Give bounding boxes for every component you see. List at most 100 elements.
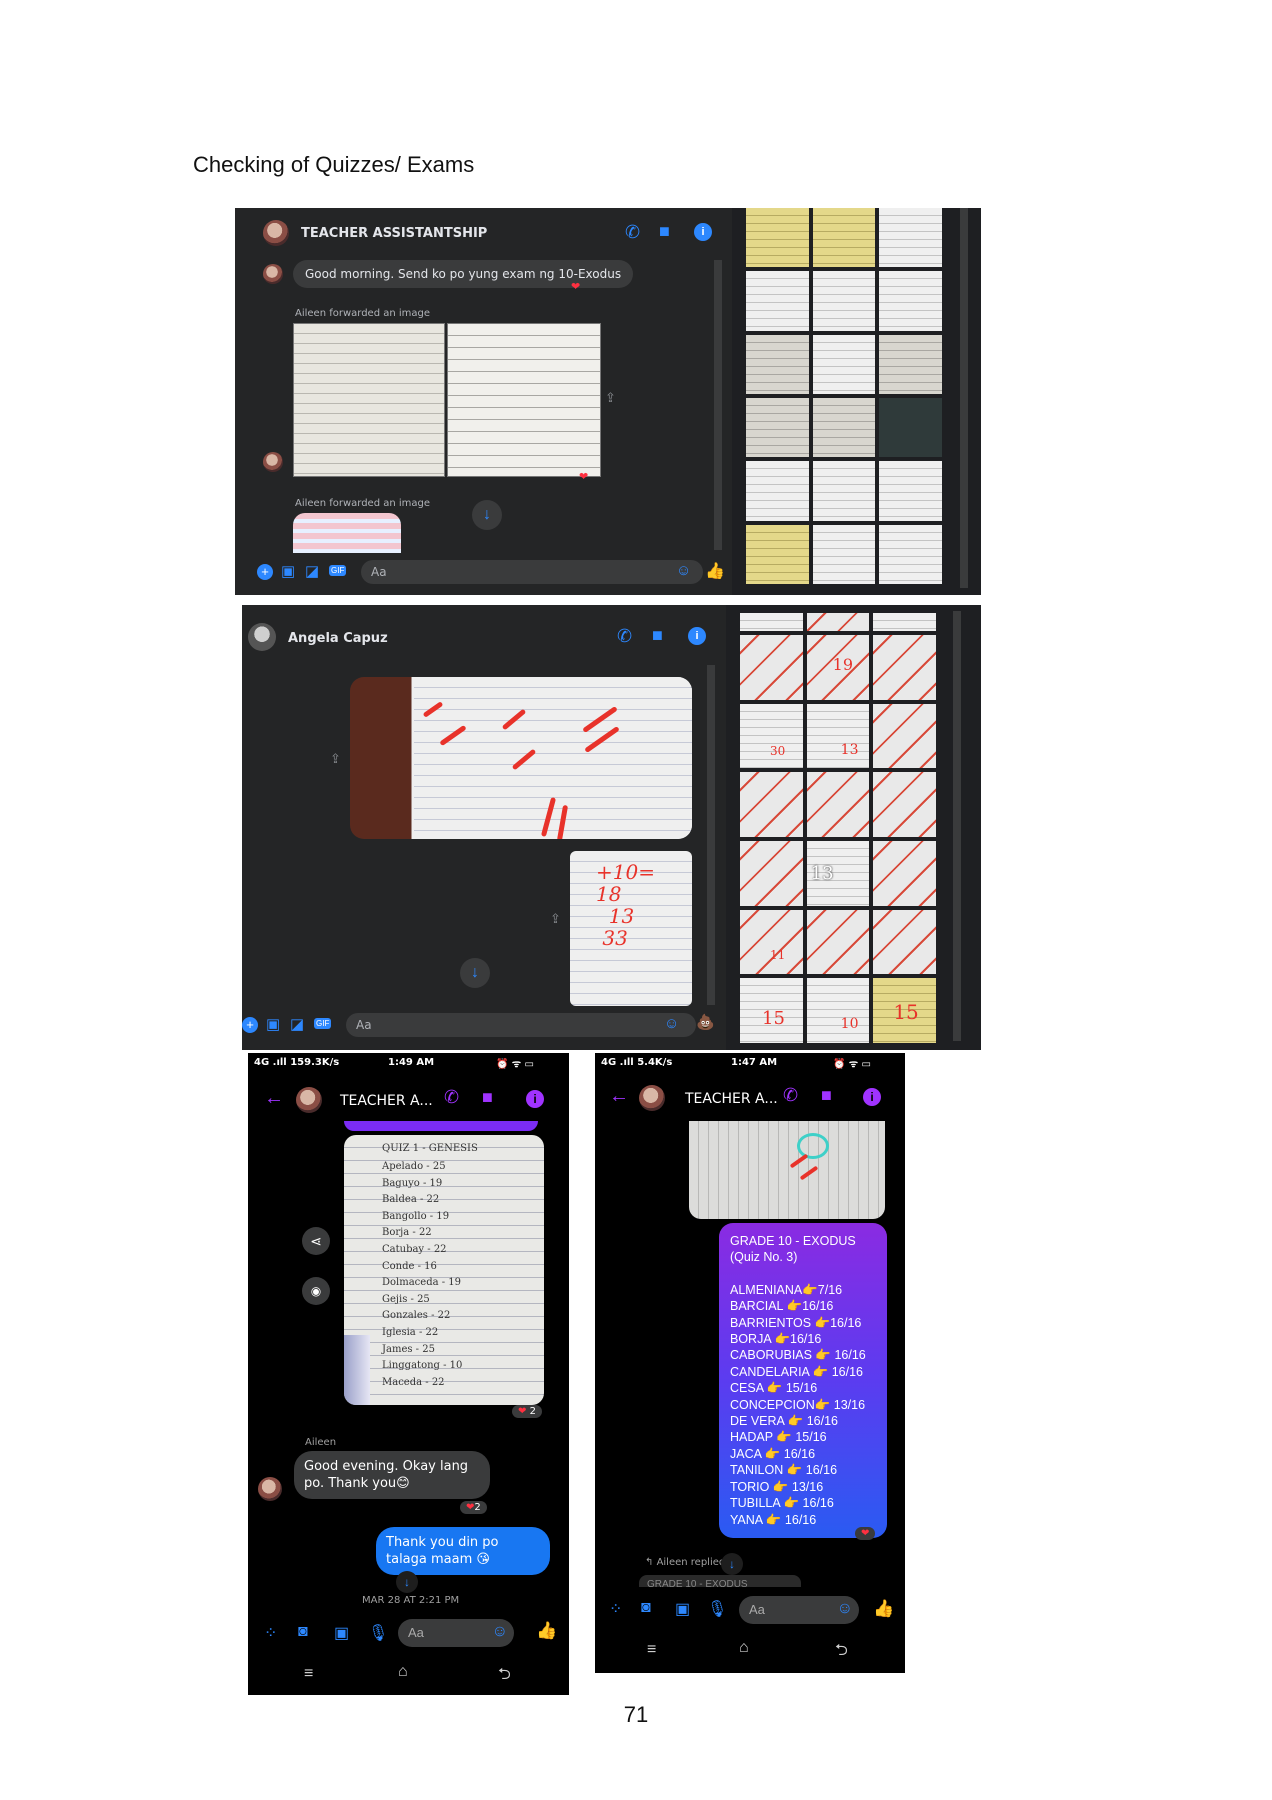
phone-icon[interactable]: ✆ xyxy=(444,1087,459,1108)
info-icon[interactable]: i xyxy=(694,223,712,241)
phone-icon[interactable]: ✆ xyxy=(783,1085,798,1106)
poop-icon[interactable]: 💩 xyxy=(696,1013,715,1031)
media-scrollbar[interactable] xyxy=(953,611,961,1041)
media-thumb[interactable] xyxy=(879,271,942,331)
back-nav-icon[interactable]: ⮌ xyxy=(498,1663,511,1690)
mic-icon[interactable]: 🎙 xyxy=(707,1599,727,1619)
media-thumb[interactable] xyxy=(746,208,809,268)
gif-icon[interactable]: GIF xyxy=(314,1018,332,1029)
download-arrow-icon[interactable]: ↓ xyxy=(721,1553,743,1575)
back-arrow-icon[interactable]: ← xyxy=(609,1085,629,1108)
info-icon[interactable]: i xyxy=(688,627,706,645)
media-thumb[interactable] xyxy=(806,772,870,837)
media-thumb[interactable]: 11 xyxy=(740,909,803,975)
back-nav-icon[interactable]: ⮌ xyxy=(835,1639,848,1666)
exam-photo-1[interactable] xyxy=(293,323,445,477)
video-icon[interactable]: ■ xyxy=(652,625,663,646)
message-input[interactable]: Aa xyxy=(346,1013,696,1037)
media-thumb[interactable] xyxy=(746,524,809,584)
phone-icon[interactable]: ✆ xyxy=(625,222,640,243)
media-thumb[interactable]: 13 xyxy=(806,840,870,906)
media-thumb[interactable] xyxy=(746,397,809,458)
media-thumb[interactable]: 10 xyxy=(806,978,870,1043)
media-thumb[interactable] xyxy=(740,613,803,631)
chat-scrollbar[interactable] xyxy=(714,260,722,550)
menu-dots-icon[interactable]: ⁘ xyxy=(264,1623,277,1643)
message-input[interactable]: Aa ☺ xyxy=(739,1596,859,1624)
menu-dots-icon[interactable]: ⁘ xyxy=(609,1599,622,1619)
media-thumb[interactable] xyxy=(746,271,809,331)
media-thumb[interactable] xyxy=(873,703,936,769)
media-thumb[interactable] xyxy=(873,909,936,975)
info-icon[interactable]: i xyxy=(863,1088,881,1106)
camera-icon[interactable]: ◙ xyxy=(641,1599,651,1617)
video-icon[interactable]: ■ xyxy=(482,1087,493,1108)
emoji-icon[interactable]: ☺ xyxy=(664,1015,679,1032)
media-thumb[interactable] xyxy=(746,334,809,394)
media-thumb[interactable] xyxy=(740,772,803,837)
quiz-photo-small[interactable]: +10= 18 13 33 xyxy=(570,851,692,1006)
sticker-icon[interactable]: ◪ xyxy=(305,562,319,580)
video-icon[interactable]: ■ xyxy=(821,1085,832,1106)
media-thumb[interactable] xyxy=(879,524,942,584)
media-thumb[interactable] xyxy=(812,208,876,268)
quiz-photo-large[interactable] xyxy=(350,677,692,839)
media-thumb[interactable] xyxy=(812,271,876,331)
media-thumb[interactable]: 15 xyxy=(873,978,936,1043)
media-thumb[interactable]: 19 xyxy=(806,635,870,700)
image-icon[interactable]: ▣ xyxy=(334,1623,349,1643)
back-arrow-icon[interactable]: ← xyxy=(264,1087,284,1110)
camera-icon[interactable]: ◙ xyxy=(298,1623,308,1641)
media-thumb[interactable] xyxy=(879,397,942,458)
plus-icon[interactable]: + xyxy=(242,1017,258,1033)
forwarded-image-preview[interactable] xyxy=(293,513,401,553)
media-thumb[interactable] xyxy=(740,840,803,906)
emoji-icon[interactable]: ☺ xyxy=(837,1600,853,1618)
media-thumb[interactable] xyxy=(812,334,876,394)
download-arrow-icon[interactable]: ↓ xyxy=(460,958,490,988)
emoji-icon[interactable]: ☺ xyxy=(676,562,691,579)
media-scrollbar[interactable] xyxy=(960,208,968,588)
media-thumb[interactable] xyxy=(879,461,942,521)
media-thumb[interactable] xyxy=(812,397,876,458)
share-icon[interactable]: ⇪ xyxy=(550,911,561,927)
phone-icon[interactable]: ✆ xyxy=(617,626,632,647)
message-input[interactable]: Aa xyxy=(361,560,703,584)
like-icon[interactable]: 👍 xyxy=(873,1599,894,1619)
mic-icon[interactable]: 🎙 xyxy=(368,1623,388,1643)
download-arrow-icon[interactable]: ↓ xyxy=(396,1571,418,1593)
media-thumb[interactable] xyxy=(873,772,936,837)
media-thumb[interactable] xyxy=(873,840,936,906)
media-thumb[interactable]: 30 xyxy=(740,703,803,769)
media-thumb[interactable] xyxy=(806,613,870,631)
home-icon[interactable]: ⌂ xyxy=(739,1639,749,1657)
media-thumb[interactable]: 15 xyxy=(740,978,803,1043)
media-thumb[interactable] xyxy=(806,909,870,975)
like-icon[interactable]: 👍 xyxy=(536,1621,557,1641)
media-thumb[interactable] xyxy=(879,208,942,268)
home-icon[interactable]: ⌂ xyxy=(398,1663,408,1681)
emoji-icon[interactable]: ☺ xyxy=(492,1623,508,1641)
video-icon[interactable]: ■ xyxy=(659,221,670,242)
image-icon[interactable]: ▣ xyxy=(281,562,295,580)
share-icon[interactable]: ⋖ xyxy=(302,1227,330,1255)
media-thumb[interactable] xyxy=(879,334,942,394)
media-thumb[interactable] xyxy=(812,461,876,521)
quiz-list-photo[interactable]: QUIZ 1 - GENESIS Apelado - 25 Baguyo - 19… xyxy=(344,1135,544,1405)
media-thumb[interactable] xyxy=(812,524,876,584)
image-icon[interactable]: ▣ xyxy=(675,1599,690,1619)
sticker-icon[interactable]: ◪ xyxy=(290,1015,304,1033)
share-icon[interactable]: ⇪ xyxy=(605,390,616,406)
media-thumb[interactable] xyxy=(746,461,809,521)
info-icon[interactable]: i xyxy=(526,1090,544,1108)
gif-icon[interactable]: GIF xyxy=(329,565,347,576)
menu-icon[interactable]: ≡ xyxy=(304,1665,313,1683)
image-icon[interactable]: ▣ xyxy=(266,1015,280,1033)
message-input[interactable]: Aa ☺ xyxy=(398,1619,514,1647)
menu-icon[interactable]: ≡ xyxy=(647,1641,656,1659)
like-icon[interactable]: 👍 xyxy=(705,561,725,581)
quiz-photo[interactable] xyxy=(689,1121,885,1219)
media-thumb[interactable] xyxy=(740,635,803,700)
plus-icon[interactable]: + xyxy=(257,564,273,580)
media-thumb[interactable] xyxy=(873,613,936,631)
